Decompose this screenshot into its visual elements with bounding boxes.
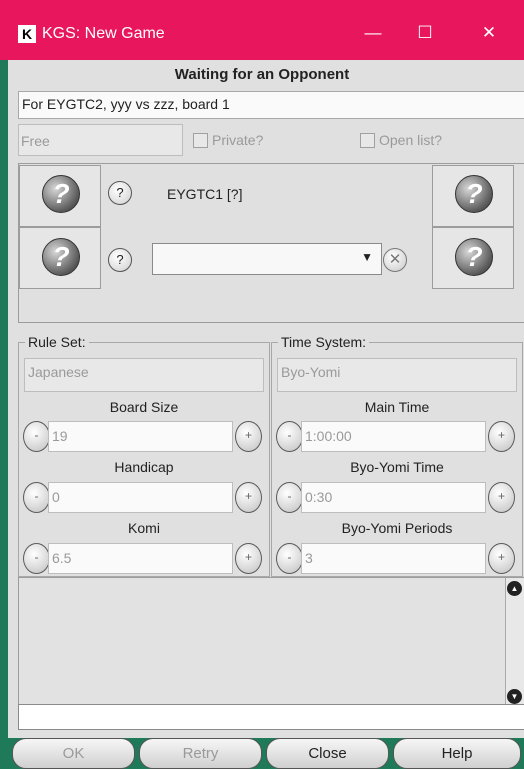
byo-yomi-periods-field[interactable]: 3 (301, 543, 486, 574)
rule-set-group: Rule Set: Japanese Board Size - 19 + Han… (18, 334, 270, 577)
board-size-increment-button[interactable]: + (235, 421, 262, 452)
minimize-button[interactable]: — (358, 20, 388, 46)
main-time-label: Main Time (364, 399, 430, 415)
byo-yomi-time-increment-button[interactable]: + (488, 482, 515, 513)
board-size-label: Board Size (109, 399, 179, 415)
rule-set-label: Rule Set: (25, 334, 89, 350)
unknown-player-icon: ? (455, 238, 493, 276)
scroll-up-icon[interactable]: ▲ (507, 581, 522, 596)
byo-yomi-periods-decrement-button[interactable]: - (276, 543, 303, 574)
player2-dropdown[interactable]: ▼ (152, 243, 382, 275)
player1-help-button[interactable]: ? (108, 181, 132, 205)
player1-name: EYGTC1 [?] (167, 186, 243, 202)
handicap-increment-button[interactable]: + (235, 482, 262, 513)
komi-decrement-button[interactable]: - (23, 543, 50, 574)
maximize-button[interactable]: ☐ (410, 20, 440, 46)
byo-yomi-periods-increment-button[interactable]: + (488, 543, 515, 574)
time-system-value: Byo-Yomi (281, 364, 341, 380)
help-button[interactable]: Help (393, 738, 521, 769)
kgs-app-icon: K (18, 25, 36, 43)
title-bar: K KGS: New Game — ☐ ✕ (0, 0, 524, 60)
komi-increment-button[interactable]: + (235, 543, 262, 574)
ok-button[interactable]: OK (12, 738, 135, 769)
unknown-player-icon: ? (42, 175, 80, 213)
byo-yomi-time-decrement-button[interactable]: - (276, 482, 303, 513)
window-title: KGS: New Game (42, 25, 165, 42)
main-time-increment-button[interactable]: + (488, 421, 515, 452)
byo-yomi-time-label: Byo-Yomi Time (350, 459, 444, 475)
board-size-decrement-button[interactable]: - (23, 421, 50, 452)
board-size-field[interactable]: 19 (48, 421, 233, 452)
game-description-field[interactable]: For EYGTC2, yyy vs zzz, board 1 (18, 91, 524, 119)
handicap-label: Handicap (114, 459, 174, 475)
handicap-field[interactable]: 0 (48, 482, 233, 513)
main-time-decrement-button[interactable]: - (276, 421, 303, 452)
game-description-text: For EYGTC2, yyy vs zzz, board 1 (22, 96, 230, 112)
remove-player-button[interactable]: ✕ (383, 248, 407, 272)
private-checkbox[interactable] (193, 133, 208, 148)
player1-opponent-avatar: ? (432, 165, 514, 227)
rule-set-field[interactable]: Japanese (24, 358, 264, 392)
main-time-field[interactable]: 1:00:00 (301, 421, 486, 452)
unknown-player-icon: ? (42, 238, 80, 276)
close-window-button[interactable]: ✕ (474, 20, 504, 46)
time-system-label: Time System: (278, 334, 370, 350)
player2-help-button[interactable]: ? (108, 248, 132, 272)
player1-avatar: ? (19, 165, 101, 227)
game-type-field[interactable]: Free (18, 124, 183, 156)
handicap-decrement-button[interactable]: - (23, 482, 50, 513)
time-system-group: Time System: Byo-Yomi Main Time - 1:00:0… (271, 334, 523, 577)
retry-button[interactable]: Retry (139, 738, 262, 769)
komi-label: Komi (128, 520, 160, 536)
scroll-down-icon[interactable]: ▼ (507, 689, 522, 704)
byo-yomi-periods-label: Byo-Yomi Periods (341, 520, 453, 536)
rule-set-value: Japanese (28, 364, 89, 380)
player2-opponent-avatar: ? (432, 227, 514, 289)
dropdown-arrow-icon: ▼ (361, 250, 373, 264)
status-heading: Waiting for an Opponent (174, 66, 350, 83)
byo-yomi-time-field[interactable]: 0:30 (301, 482, 486, 513)
time-system-field[interactable]: Byo-Yomi (277, 358, 517, 392)
close-button[interactable]: Close (266, 738, 389, 769)
chat-log[interactable]: ▲ ▼ (18, 577, 524, 709)
player2-avatar: ? (19, 227, 101, 289)
chat-scrollbar[interactable]: ▲ ▼ (505, 578, 524, 708)
players-panel: ? ? EYGTC1 [?] ? ? ? ▼ ✕ ? (18, 163, 524, 323)
dialog-body: Waiting for an Opponent For EYGTC2, yyy … (8, 60, 524, 769)
open-list-checkbox[interactable] (360, 133, 375, 148)
private-label: Private? (212, 132, 264, 148)
chat-input[interactable] (18, 704, 524, 730)
komi-field[interactable]: 6.5 (48, 543, 233, 574)
unknown-player-icon: ? (455, 175, 493, 213)
game-type-value: Free (21, 133, 50, 149)
open-list-label: Open list? (379, 132, 443, 148)
button-bar: OK Retry Close Help (8, 738, 524, 769)
